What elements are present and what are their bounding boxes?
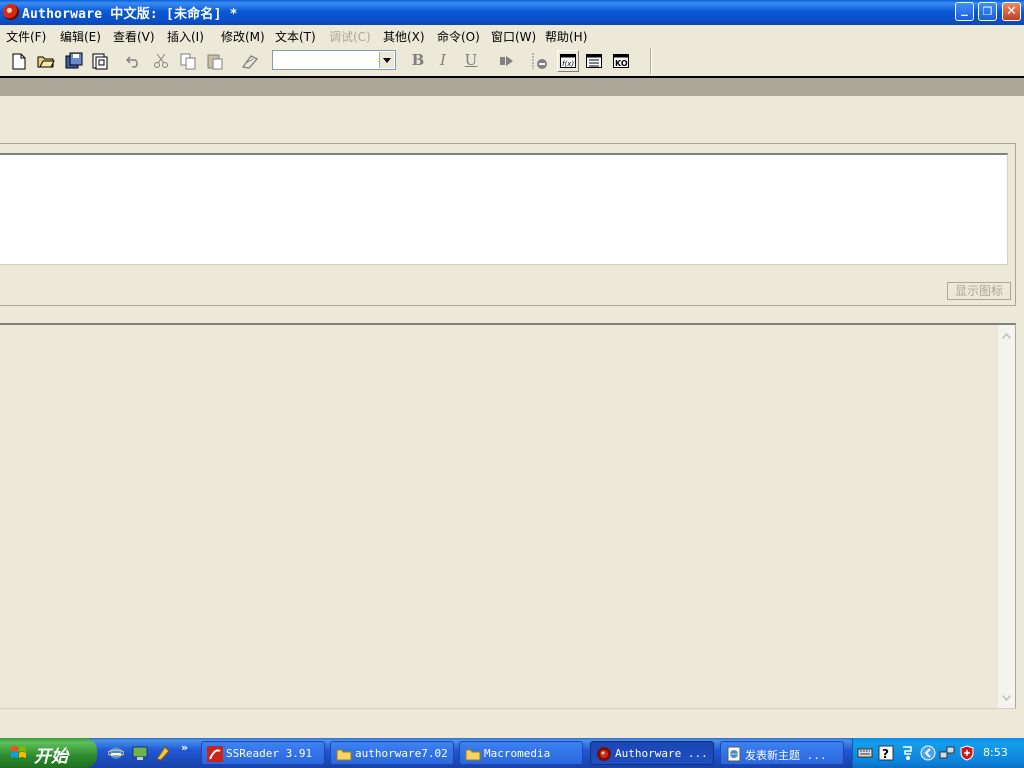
scissors-icon	[154, 53, 168, 68]
design-window[interactable]	[0, 323, 1016, 709]
paste-button[interactable]	[205, 51, 225, 71]
menu-insert[interactable]: 插入(I)	[167, 28, 204, 44]
flag-icon	[532, 53, 547, 69]
minimize-icon: _	[961, 2, 968, 17]
quicklaunch-overflow-chevron[interactable]: »	[181, 741, 188, 754]
cut-button[interactable]	[151, 51, 171, 71]
bold-button[interactable]: B	[408, 50, 428, 70]
knowledge-objects-button[interactable]: KO	[611, 51, 631, 71]
find-button[interactable]	[240, 51, 260, 71]
knowledge-objects-icon: KO	[613, 54, 629, 68]
menu-text[interactable]: 文本(T)	[275, 28, 316, 44]
task-label: 发表新主题 ...	[745, 749, 827, 762]
folder-icon	[465, 749, 481, 761]
ssreader-icon	[207, 746, 223, 762]
authorware-app-icon[interactable]	[3, 4, 19, 20]
task-new-topic[interactable]: 发表新主题 ...	[720, 741, 844, 765]
ie-page-icon	[727, 746, 741, 762]
open-file-button[interactable]	[36, 51, 56, 71]
restore-icon: ❐	[982, 5, 993, 18]
taskbar: 开始 » SSReader 3.91 authorware7.02 Macrom…	[0, 738, 1024, 768]
windows-logo-icon	[11, 746, 26, 758]
restore-button[interactable]: ❐	[978, 2, 997, 21]
security-shield-icon[interactable]	[959, 745, 975, 761]
clock[interactable]: 8:53	[983, 746, 1008, 759]
network-icon[interactable]	[939, 745, 955, 761]
close-icon: ✕	[1006, 4, 1017, 19]
font-select[interactable]	[272, 50, 396, 70]
help-icon[interactable]: ?	[878, 745, 894, 761]
task-label: SSReader 3.91	[226, 747, 313, 760]
menu-edit[interactable]: 编辑(E)	[60, 28, 101, 44]
properties-content-area[interactable]	[0, 153, 1008, 265]
minimize-button[interactable]: _	[955, 2, 974, 21]
svg-text:f(x): f(x)	[562, 60, 574, 68]
save-all-button[interactable]	[64, 51, 84, 71]
control-panel-button[interactable]	[529, 51, 549, 71]
menu-modify[interactable]: 修改(M)	[221, 28, 265, 44]
task-macromedia-folder[interactable]: Macromedia	[459, 741, 583, 765]
run-icon	[500, 56, 513, 66]
start-label: 开始	[34, 747, 68, 767]
folder-icon	[336, 749, 352, 761]
keyboard-icon[interactable]	[857, 745, 873, 761]
menu-xtras[interactable]: 其他(X)	[383, 28, 425, 44]
menu-bar: 文件(F) 编辑(E) 查看(V) 插入(I) 修改(M) 文本(T) 调试(C…	[0, 25, 1024, 46]
functions-button[interactable]: f(x)	[557, 50, 579, 72]
menu-file[interactable]: 文件(F)	[6, 28, 46, 44]
window-title: Authorware 中文版: [未命名] *	[22, 7, 238, 22]
font-select-dropdown-arrow[interactable]	[379, 52, 394, 68]
italic-button[interactable]: I	[433, 50, 453, 70]
undo-icon	[126, 56, 138, 68]
toolbar: B I U f(x) KO	[0, 46, 1024, 78]
menu-window[interactable]: 窗口(W)	[491, 28, 536, 44]
underline-button[interactable]: U	[461, 50, 481, 70]
import-button[interactable]	[90, 51, 110, 71]
task-label: Macromedia	[484, 747, 551, 760]
close-button[interactable]: ✕	[1002, 2, 1021, 21]
scroll-up-icon	[1002, 332, 1011, 339]
functions-icon: f(x)	[560, 54, 576, 68]
ie-quicklaunch-icon[interactable]	[108, 745, 124, 761]
import-icon	[92, 53, 108, 69]
copy-button[interactable]	[178, 51, 198, 71]
save-all-icon	[65, 52, 83, 69]
vertical-scrollbar[interactable]	[998, 325, 1015, 708]
show-hidden-icons-button[interactable]	[920, 745, 936, 761]
undo-button[interactable]	[124, 51, 144, 71]
scroll-up-button[interactable]	[998, 327, 1015, 344]
task-authorware-folder[interactable]: authorware7.02	[330, 741, 454, 765]
menu-commands[interactable]: 命令(O)	[437, 28, 480, 44]
copy-icon	[180, 53, 195, 69]
authorware-icon	[597, 747, 611, 761]
scroll-down-icon	[1002, 694, 1011, 701]
new-file-button[interactable]	[9, 51, 29, 71]
start-button[interactable]: 开始	[0, 738, 97, 768]
show-desktop-icon[interactable]	[132, 745, 148, 761]
variables-button[interactable]	[584, 51, 604, 71]
task-label: Authorware ...	[615, 747, 708, 760]
find-icon	[241, 55, 259, 69]
variables-icon	[586, 54, 602, 68]
design-window-strip	[0, 78, 1024, 96]
menu-debug[interactable]: 调试(C)	[329, 28, 371, 44]
scroll-down-button[interactable]	[998, 689, 1015, 706]
svg-text:?: ?	[882, 747, 889, 761]
title-bar: Authorware 中文版: [未命名] * _ ❐ ✕	[0, 0, 1024, 25]
task-authorware[interactable]: Authorware ...	[590, 741, 714, 765]
media-quicklaunch-icon[interactable]	[155, 745, 171, 761]
open-folder-icon	[37, 56, 55, 68]
new-file-icon	[12, 53, 26, 69]
input-method-icon[interactable]	[900, 745, 916, 761]
menu-view[interactable]: 查看(V)	[113, 28, 155, 44]
show-icons-button[interactable]: 显示图标	[947, 282, 1011, 300]
run-button[interactable]	[497, 51, 517, 71]
task-label: authorware7.02	[355, 747, 448, 760]
paste-icon	[207, 54, 222, 69]
menu-help[interactable]: 帮助(H)	[545, 28, 587, 44]
toolbar-end-separator	[650, 48, 652, 74]
task-ssreader[interactable]: SSReader 3.91	[201, 741, 325, 765]
svg-text:KO: KO	[615, 59, 628, 68]
